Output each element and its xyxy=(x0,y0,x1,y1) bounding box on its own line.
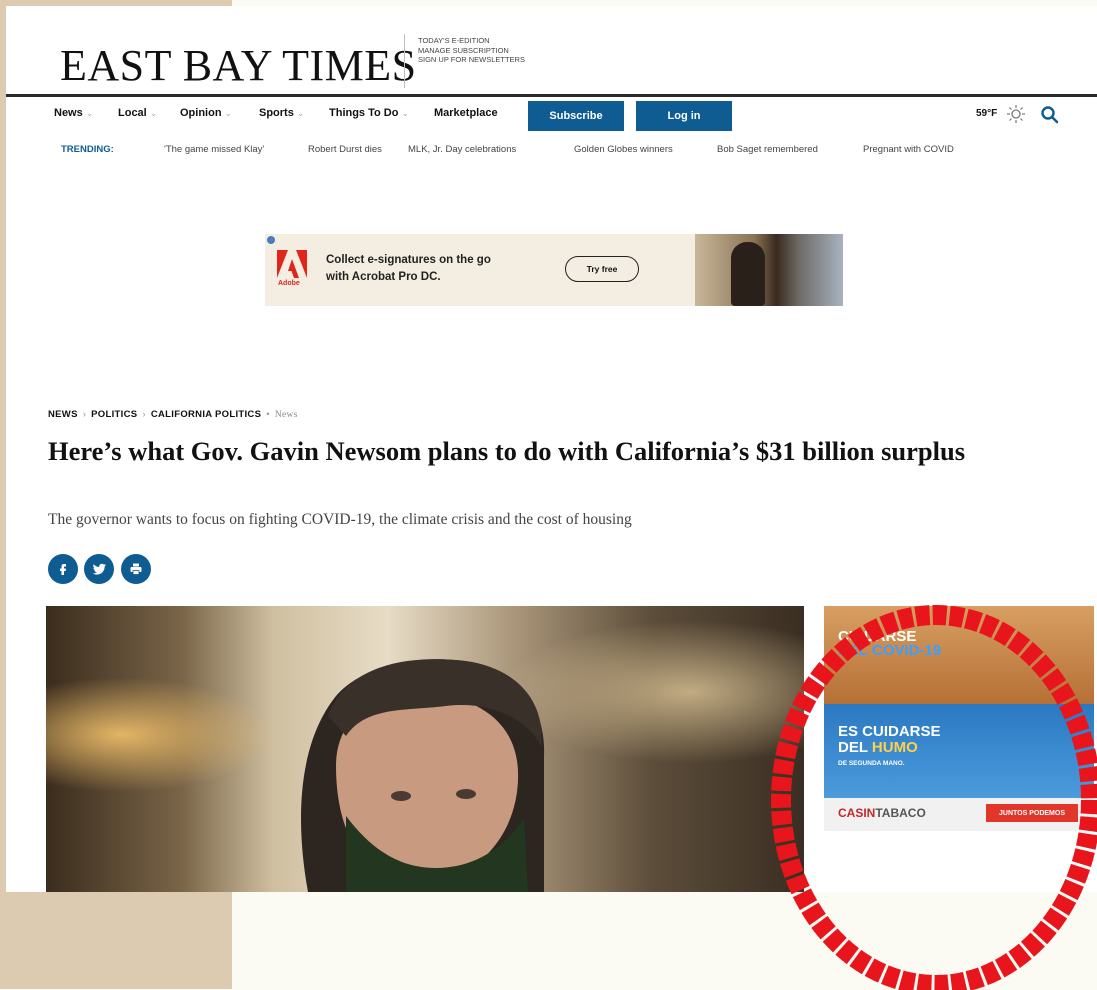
ad-brand: Adobe xyxy=(278,280,300,287)
site-logo[interactable]: EAST BAY TIMES xyxy=(60,40,417,91)
login-button[interactable]: Log in xyxy=(636,101,732,131)
breadcrumb-separator: › xyxy=(142,409,146,420)
nav-label: Opinion xyxy=(180,107,222,119)
nav-label: News xyxy=(54,107,83,119)
nav-item-sports[interactable]: Sports ⌄ xyxy=(259,107,304,119)
nav-label: Local xyxy=(118,107,147,119)
search-icon[interactable] xyxy=(1040,105,1060,125)
ad-photo-person xyxy=(731,242,765,306)
ad-copy: Collect e-signatures on the go with Acro… xyxy=(326,252,491,286)
nav-item-things-to-do[interactable]: Things To Do ⌄ xyxy=(329,107,409,119)
print-icon xyxy=(130,563,142,575)
breadcrumb-california-politics[interactable]: CALIFORNIA POLITICS xyxy=(151,409,261,420)
print-button[interactable] xyxy=(121,554,151,584)
article-subhead: The governor wants to focus on fighting … xyxy=(48,511,632,528)
main-nav: News ⌄ Local ⌄ Opinion ⌄ Sports ⌄ Things To … xyxy=(6,97,1097,137)
breadcrumb-separator: • xyxy=(266,409,270,420)
trending-link[interactable]: MLK, Jr. Day celebrations xyxy=(408,144,516,155)
trending-bar: TRENDING: 'The game missed Klay' Robert … xyxy=(6,141,1097,161)
subscribe-button[interactable]: Subscribe xyxy=(528,101,624,131)
chevron-down-icon: ⌄ xyxy=(296,108,305,118)
facebook-share-button[interactable] xyxy=(48,554,78,584)
ad-cta-button[interactable]: Try free xyxy=(565,256,639,282)
hero-photo xyxy=(46,606,804,892)
edition-links: TODAY'S E-EDITION MANAGE SUBSCRIPTION SI… xyxy=(418,36,525,65)
adchoices-icon[interactable] xyxy=(267,236,275,244)
ad-line: Collect e-signatures on the go xyxy=(326,254,491,266)
article-tag: News xyxy=(274,410,298,420)
red-circle-annotation xyxy=(771,605,1097,990)
weather-temp: 59°F xyxy=(976,108,998,119)
trending-label: TRENDING: xyxy=(61,144,114,155)
breadcrumb: NEWS › POLITICS › CALIFORNIA POLITICS • News xyxy=(48,409,298,420)
hero-image xyxy=(46,606,804,892)
chevron-down-icon: ⌄ xyxy=(85,108,94,118)
nav-label: Sports xyxy=(259,107,294,119)
nav-item-news[interactable]: News ⌄ xyxy=(54,107,93,119)
trending-link[interactable]: Bob Saget remembered xyxy=(717,144,818,155)
trending-link[interactable]: Golden Globes winners xyxy=(574,144,673,155)
ad-banner[interactable]: Adobe Collect e-signatures on the go wit… xyxy=(265,234,843,306)
sun-icon xyxy=(1007,105,1025,123)
eedition-link[interactable]: TODAY'S E-EDITION xyxy=(418,36,525,46)
facebook-icon xyxy=(60,564,66,575)
ad-line: with Acrobat Pro DC. xyxy=(326,271,441,283)
chevron-down-icon: ⌄ xyxy=(401,108,409,118)
chevron-down-icon: ⌄ xyxy=(149,108,158,118)
divider xyxy=(404,34,405,88)
breadcrumb-politics[interactable]: POLITICS xyxy=(91,409,137,420)
adobe-logo-icon xyxy=(277,250,307,278)
breadcrumb-news[interactable]: NEWS xyxy=(48,409,78,420)
trending-link[interactable]: 'The game missed Klay' xyxy=(164,144,264,155)
ad-photo xyxy=(695,234,843,306)
manage-subscription-link[interactable]: MANAGE SUBSCRIPTION xyxy=(418,46,525,56)
article-headline: Here’s what Gov. Gavin Newsom plans to d… xyxy=(48,436,966,466)
trending-link[interactable]: Robert Durst dies xyxy=(308,144,382,155)
twitter-share-button[interactable] xyxy=(84,554,114,584)
background-frame xyxy=(0,892,232,989)
nav-item-marketplace[interactable]: Marketplace xyxy=(434,107,498,119)
newsletter-link[interactable]: SIGN UP FOR NEWSLETTERS xyxy=(418,55,525,65)
trending-link[interactable]: Pregnant with COVID xyxy=(863,144,954,155)
nav-label: Things To Do xyxy=(329,107,399,119)
nav-item-local[interactable]: Local ⌄ xyxy=(118,107,157,119)
twitter-icon xyxy=(92,563,106,575)
breadcrumb-separator: › xyxy=(82,409,87,420)
chevron-down-icon: ⌄ xyxy=(224,108,233,118)
nav-item-opinion[interactable]: Opinion ⌄ xyxy=(180,107,232,119)
nav-label: Marketplace xyxy=(434,107,498,119)
